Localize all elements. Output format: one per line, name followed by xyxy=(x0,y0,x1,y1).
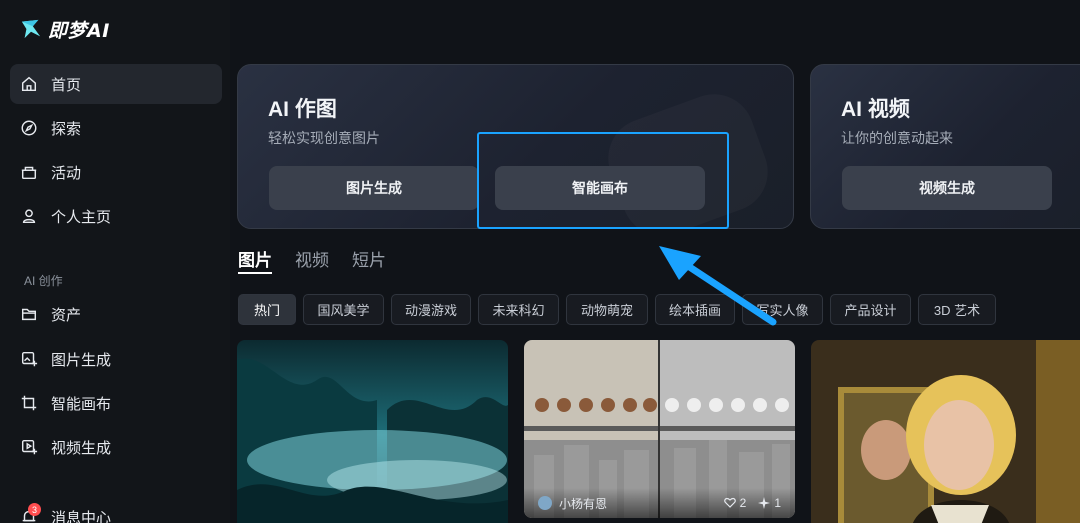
smart-canvas-button[interactable]: 智能画布 xyxy=(495,166,705,210)
sidebar-item-label: 活动 xyxy=(51,164,82,182)
logo-icon xyxy=(21,19,41,39)
sidebar-item-home[interactable]: 首页 xyxy=(10,64,222,104)
sidebar-item-messages[interactable]: 消息中心 xyxy=(10,497,222,523)
sidebar-item-label: 首页 xyxy=(51,76,82,94)
section-label-ai-create: AI 创作 xyxy=(24,274,63,288)
gallery-image-landscape[interactable] xyxy=(237,340,508,523)
chip-3d-art[interactable]: 3D 艺术 xyxy=(918,294,996,325)
card-title: AI 视频 xyxy=(841,98,910,121)
like-stat[interactable]: 2 xyxy=(723,496,747,510)
remix-count: 1 xyxy=(774,496,781,510)
chip-scifi[interactable]: 未来科幻 xyxy=(478,294,559,325)
chip-picture-book[interactable]: 绘本插画 xyxy=(655,294,735,325)
gallery-image-portrait[interactable] xyxy=(811,340,1080,523)
chip-pets[interactable]: 动物萌宠 xyxy=(566,294,648,325)
sidebar-item-label: 个人主页 xyxy=(51,208,112,226)
chip-anime-games[interactable]: 动漫游戏 xyxy=(391,294,471,325)
portrait-image xyxy=(811,340,1080,523)
ai-image-card: AI 作图 轻松实现创意图片 图片生成 智能画布 xyxy=(237,64,794,229)
landscape-image xyxy=(237,340,508,523)
remix-stat[interactable]: 1 xyxy=(758,496,781,510)
sparkle-icon xyxy=(758,497,771,509)
image-plus-icon xyxy=(21,351,38,367)
home-icon xyxy=(21,76,37,92)
sidebar-item-label: 消息中心 xyxy=(51,509,112,523)
sidebar-item-smart-canvas[interactable]: 智能画布 xyxy=(10,383,222,423)
chip-guofeng[interactable]: 国风美学 xyxy=(303,294,384,325)
author-name: 小杨有恩 xyxy=(559,496,608,511)
sidebar-item-label: 智能画布 xyxy=(51,395,112,413)
video-plus-icon xyxy=(21,439,38,455)
category-chips: 热门 国风美学 动漫游戏 未来科幻 动物萌宠 绘本插画 写实人像 产品设计 3D… xyxy=(238,294,996,325)
app-name: 即梦AI xyxy=(48,19,110,42)
image-meta: 小杨有恩 2 1 xyxy=(524,488,795,518)
sidebar-item-label: 资产 xyxy=(51,306,82,324)
chip-product-design[interactable]: 产品设计 xyxy=(830,294,911,325)
sidebar: 即梦AI 首页 探索 活动 个人主页 AI 创作 资产 图片生成 智能画布 视频… xyxy=(0,0,230,523)
user-icon xyxy=(22,209,36,224)
card-subtitle: 轻松实现创意图片 xyxy=(268,130,380,146)
app-logo[interactable]: 即梦AI xyxy=(20,14,110,44)
image-generation-button[interactable]: 图片生成 xyxy=(269,166,479,210)
chip-portrait[interactable]: 写实人像 xyxy=(742,294,823,325)
folder-icon xyxy=(21,308,37,321)
video-generation-button[interactable]: 视频生成 xyxy=(842,166,1052,210)
card-subtitle: 让你的创意动起来 xyxy=(841,130,953,146)
sidebar-item-activity[interactable]: 活动 xyxy=(10,152,222,192)
tab-shorts[interactable]: 短片 xyxy=(352,246,386,271)
canvas-crop-icon xyxy=(21,395,37,411)
sidebar-item-label: 图片生成 xyxy=(51,351,112,369)
compass-icon xyxy=(21,120,37,136)
tab-underline xyxy=(238,272,272,274)
author-avatar xyxy=(538,496,552,510)
ai-video-card: AI 视频 让你的创意动起来 视频生成 xyxy=(810,64,1080,229)
sidebar-item-profile[interactable]: 个人主页 xyxy=(10,196,222,236)
sidebar-item-assets[interactable]: 资产 xyxy=(10,294,222,334)
sidebar-item-label: 探索 xyxy=(51,120,82,138)
sidebar-item-label: 视频生成 xyxy=(51,439,112,457)
sidebar-item-explore[interactable]: 探索 xyxy=(10,108,222,148)
sidebar-item-image-generation[interactable]: 图片生成 xyxy=(10,339,222,379)
tab-images[interactable]: 图片 xyxy=(238,246,272,271)
message-count-badge: 3 xyxy=(28,503,41,516)
gift-icon xyxy=(21,166,37,180)
gallery-image-bears-pandas[interactable]: 小杨有恩 2 1 xyxy=(524,340,795,518)
sidebar-item-video-generation[interactable]: 视频生成 xyxy=(10,427,222,467)
card-title: AI 作图 xyxy=(268,98,337,121)
tab-videos[interactable]: 视频 xyxy=(295,246,329,271)
like-count: 2 xyxy=(739,496,747,510)
chip-hot[interactable]: 热门 xyxy=(238,294,296,325)
heart-icon xyxy=(723,497,736,508)
